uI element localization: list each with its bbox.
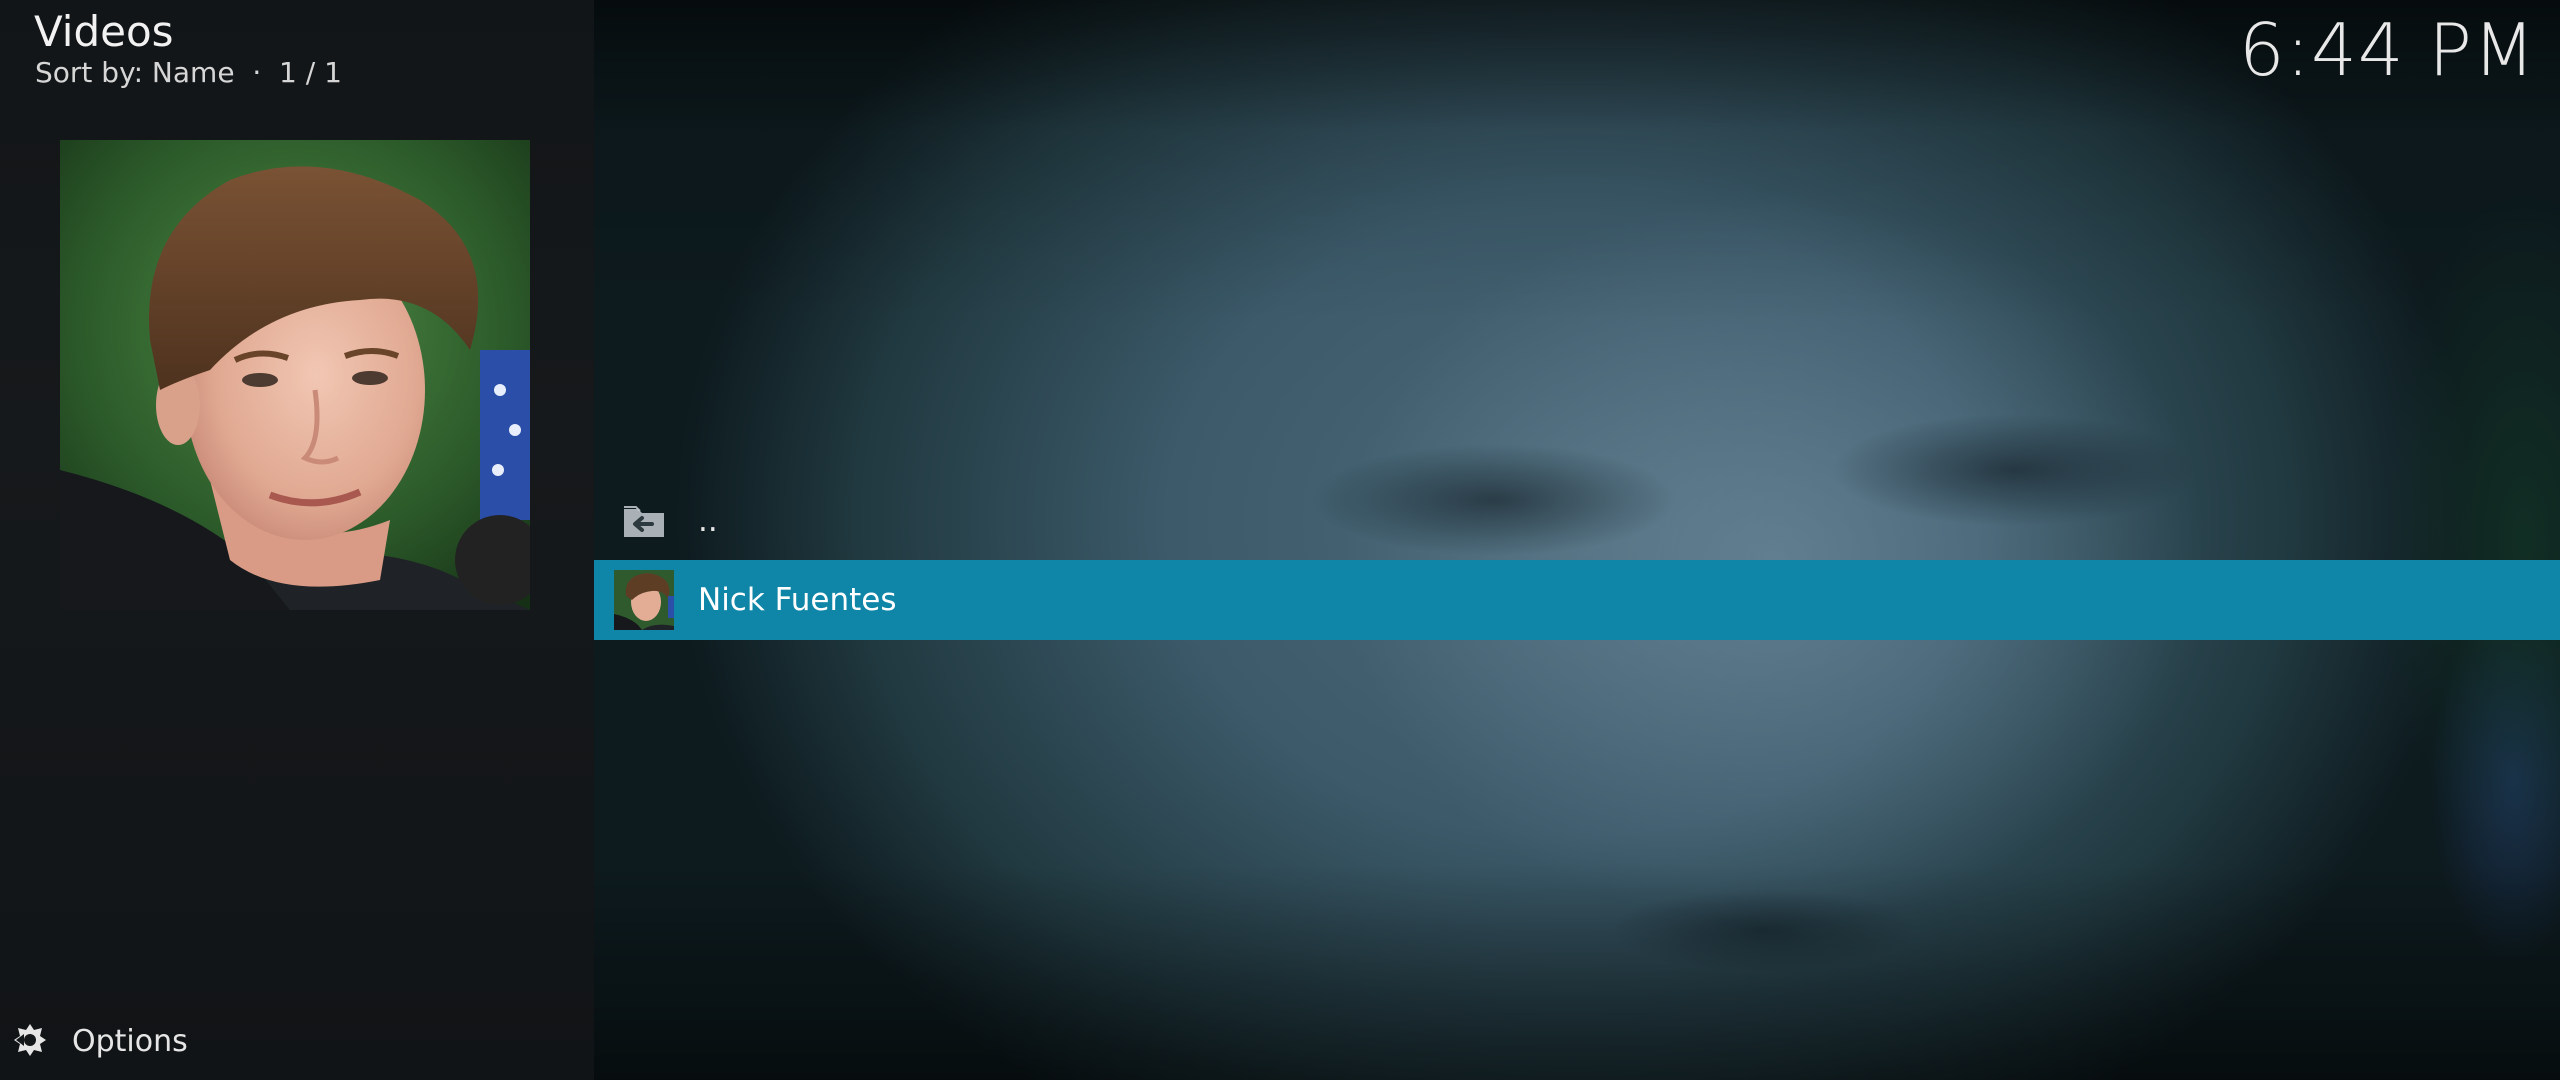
options-icon: [12, 1022, 48, 1058]
list-item-parent-folder[interactable]: ..: [594, 481, 2560, 561]
item-thumbnail: [60, 140, 530, 610]
info-panel: Videos Sort by: Name · 1 / 1 Options: [0, 0, 594, 1080]
options-label: Options: [72, 1024, 188, 1059]
options-button[interactable]: Options: [0, 1010, 594, 1080]
file-list: .. Nick Fuentes: [594, 0, 2560, 1080]
person-thumbnail: [614, 570, 674, 630]
list-item-label: ..: [698, 503, 718, 539]
list-item-label: Nick Fuentes: [698, 582, 897, 618]
sort-status: Sort by: Name · 1 / 1: [35, 56, 342, 89]
page-title: Videos: [34, 7, 174, 56]
kodi-window: Videos Sort by: Name · 1 / 1 Options 6:4…: [0, 0, 2560, 1080]
folder-back-icon: [614, 491, 674, 551]
list-item-nick-fuentes[interactable]: Nick Fuentes: [594, 560, 2560, 640]
